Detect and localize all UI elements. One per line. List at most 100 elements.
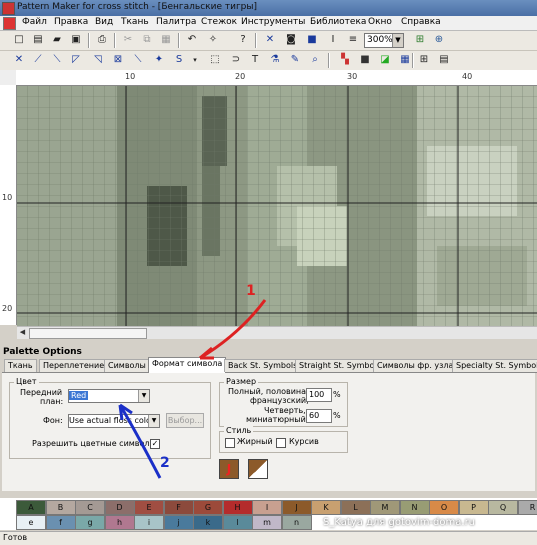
symbol-view-icon[interactable]: I: [326, 33, 340, 47]
color-swatch[interactable]: Q: [488, 500, 518, 515]
chevron-down-icon[interactable]: ▼: [138, 390, 149, 402]
tab-weave[interactable]: Переплетение: [39, 359, 108, 372]
zoom-tool-icon[interactable]: ⊕: [432, 33, 446, 47]
menu-fabric[interactable]: Ткань: [121, 17, 149, 27]
color-swatch[interactable]: D: [105, 500, 135, 515]
zoom-fit-icon[interactable]: ⊞: [413, 33, 427, 47]
table-grid-icon[interactable]: ⊞: [417, 53, 431, 67]
tab-symbol-format[interactable]: Формат символа: [148, 357, 226, 373]
black-square-icon[interactable]: ■: [358, 53, 372, 67]
italic-checkbox[interactable]: [276, 438, 286, 448]
color-swatch[interactable]: E: [134, 500, 164, 515]
allow-color-symbols-checkbox[interactable]: ✓: [150, 439, 160, 449]
french-knot-icon[interactable]: ✦: [152, 53, 166, 67]
color-swatch[interactable]: N: [400, 500, 430, 515]
fill-icon[interactable]: ⚗: [268, 53, 282, 67]
color-swatch[interactable]: C: [75, 500, 105, 515]
menu-file[interactable]: Файл: [22, 17, 47, 27]
list-view-icon[interactable]: ≡: [346, 33, 360, 47]
chevron-down-icon[interactable]: ▼: [148, 415, 159, 427]
cross-view-icon[interactable]: ✕: [263, 33, 277, 47]
half-stitch-icon[interactable]: ⟋: [31, 53, 45, 67]
menu-tools[interactable]: Инструменты: [241, 17, 305, 27]
tab-symbols[interactable]: Символы: [104, 359, 150, 372]
menu-window[interactable]: Окно: [368, 17, 392, 27]
color-swatch[interactable]: m: [252, 515, 282, 530]
full-size-input[interactable]: 100: [306, 388, 332, 402]
free-select-icon[interactable]: ⊃: [229, 53, 243, 67]
quarter-size-input[interactable]: 60: [306, 409, 332, 423]
open-icon[interactable]: ▰: [50, 33, 64, 47]
new-icon[interactable]: □: [12, 33, 26, 47]
color-swatch[interactable]: K: [311, 500, 341, 515]
menu-palette[interactable]: Палитра: [156, 17, 196, 27]
petite-icon[interactable]: ⊠: [111, 53, 125, 67]
zoom-select[interactable]: 300% ▼: [364, 33, 404, 48]
specialty-icon[interactable]: S: [172, 53, 186, 67]
menu-help[interactable]: Справка: [401, 17, 441, 27]
half-stitch-back-icon[interactable]: ⟍: [50, 53, 64, 67]
color-swatch[interactable]: G: [193, 500, 223, 515]
menu-edit[interactable]: Правка: [54, 17, 88, 27]
text-icon[interactable]: T: [248, 53, 262, 67]
background-color-select[interactable]: Use actual floss color ▼: [68, 414, 160, 428]
color-swatch[interactable]: F: [164, 500, 194, 515]
choose-button[interactable]: Выбор...: [166, 413, 204, 428]
color-swatch[interactable]: L: [341, 500, 371, 515]
backstitch-icon[interactable]: ⟍: [131, 53, 145, 67]
color-swatch[interactable]: i: [134, 515, 164, 530]
color-swatch[interactable]: f: [46, 515, 76, 530]
three-quarter-icon[interactable]: ◹: [91, 53, 105, 67]
color-swatch[interactable]: I: [252, 500, 282, 515]
save-icon[interactable]: ▣: [69, 33, 83, 47]
new-from-icon[interactable]: ▤: [31, 33, 45, 47]
scrollbar-thumb[interactable]: [29, 328, 147, 339]
tab-specialty-st-symbols[interactable]: Specialty St. Symbols: [452, 359, 537, 372]
full-stitch-icon[interactable]: ✕: [12, 53, 26, 67]
bold-checkbox[interactable]: [225, 438, 235, 448]
color-swatch[interactable]: H: [223, 500, 253, 515]
color-swatch[interactable]: n: [282, 515, 312, 530]
paste-icon[interactable]: ▦: [159, 33, 173, 47]
chevron-down-icon[interactable]: ▾: [188, 53, 202, 67]
grid-icon[interactable]: ▦: [398, 53, 412, 67]
quarter-stitch-icon[interactable]: ◸: [69, 53, 83, 67]
color-swatch[interactable]: e: [16, 515, 46, 530]
color-swatch[interactable]: R: [518, 500, 537, 515]
color-swatch[interactable]: J: [282, 500, 312, 515]
tab-straight-st-symbols[interactable]: Straight St. Symbols: [295, 359, 385, 372]
color-swatch[interactable]: M: [370, 500, 400, 515]
color-swatch[interactable]: O: [429, 500, 459, 515]
horizontal-scrollbar[interactable]: ◀: [17, 326, 537, 339]
print-icon[interactable]: ⎙: [95, 33, 109, 47]
grid-lines-icon[interactable]: ▤: [437, 53, 451, 67]
foreground-color-select[interactable]: Red ▼: [68, 389, 150, 403]
magnify-icon[interactable]: ⌕: [308, 53, 322, 67]
scroll-left-icon[interactable]: ◀: [17, 327, 28, 338]
color-palette-icon[interactable]: ▚: [338, 53, 352, 67]
help-icon[interactable]: ?: [236, 33, 250, 47]
menu-library[interactable]: Библиотека: [310, 17, 366, 27]
block-view-icon[interactable]: ■: [305, 33, 319, 47]
color-swatch[interactable]: k: [193, 515, 223, 530]
wand-icon[interactable]: ✧: [206, 33, 220, 47]
color-swatch[interactable]: A: [16, 500, 46, 515]
tab-back-st-symbols[interactable]: Back St. Symbols: [224, 359, 301, 372]
select-icon[interactable]: ⬚: [208, 53, 222, 67]
paint-view-icon[interactable]: ◙: [284, 33, 298, 47]
color-mode-icon[interactable]: ◪: [378, 53, 392, 67]
cut-icon[interactable]: ✂: [121, 33, 135, 47]
undo-icon[interactable]: ↶: [185, 33, 199, 47]
tab-french-knot-symbols[interactable]: Символы фр. узла: [373, 359, 457, 372]
document-icon[interactable]: [3, 17, 16, 30]
color-swatch[interactable]: B: [46, 500, 76, 515]
color-swatch[interactable]: j: [164, 515, 194, 530]
color-swatch[interactable]: P: [459, 500, 489, 515]
color-swatch[interactable]: h: [105, 515, 135, 530]
tab-fabric[interactable]: Ткань: [4, 359, 37, 372]
color-swatch[interactable]: g: [75, 515, 105, 530]
color-swatch[interactable]: l: [223, 515, 253, 530]
pattern-canvas[interactable]: [17, 86, 537, 326]
eyedropper-icon[interactable]: ✎: [288, 53, 302, 67]
copy-icon[interactable]: ⧉: [140, 33, 154, 47]
